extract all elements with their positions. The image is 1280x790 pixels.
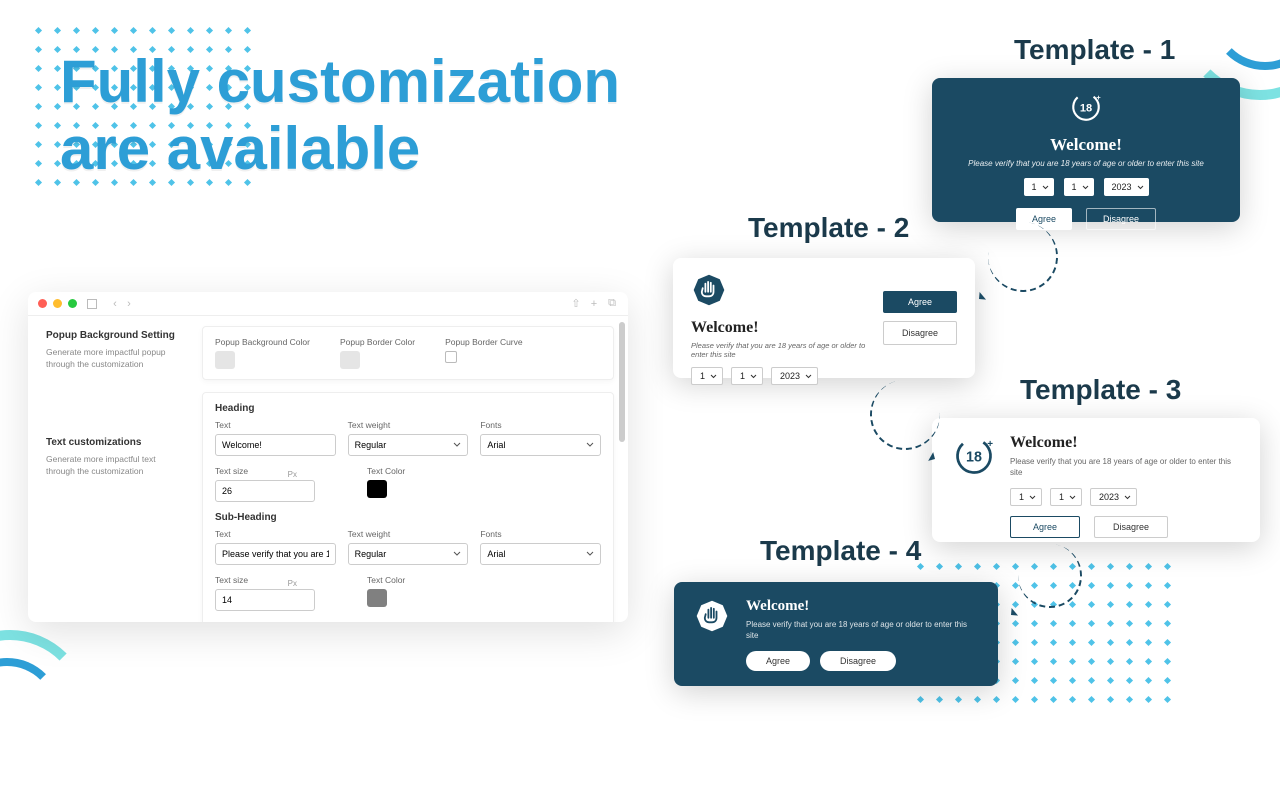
heading-weight-select[interactable]: Regular [348, 434, 469, 456]
field-label: Text weight [348, 420, 469, 430]
day-select[interactable]: 1 [1024, 178, 1054, 196]
welcome-title: Welcome! [952, 135, 1220, 155]
year-select[interactable]: 2023 [1090, 488, 1137, 506]
field-label: Text size [215, 466, 315, 476]
field-label: Text Color [367, 575, 487, 585]
stop-hand-icon [691, 272, 727, 308]
agree-button[interactable]: Agree [883, 291, 957, 313]
month-select[interactable]: 1 [1064, 178, 1094, 196]
section-description: Generate more impactful popup through th… [46, 347, 180, 371]
day-select[interactable]: 1 [1010, 488, 1042, 506]
maximize-icon[interactable] [68, 299, 77, 308]
disagree-button[interactable]: Disagree [1094, 516, 1168, 538]
field-label: Text [215, 420, 336, 430]
stop-hand-icon [694, 598, 730, 634]
field-label: Text Color [367, 466, 487, 476]
field-label: Text [215, 529, 336, 539]
section-title: Text customizations [46, 437, 180, 448]
age-18-icon: 18 + [1069, 90, 1103, 124]
size-unit: Px [288, 579, 297, 588]
window-titlebar: ‹ › ⇧ + ⧉ [28, 292, 628, 316]
close-icon[interactable] [38, 299, 47, 308]
sidebar-toggle-icon[interactable] [87, 299, 97, 309]
age-18-icon: 18 + [952, 434, 996, 478]
template-2-label: Template - 2 [748, 212, 909, 244]
year-select[interactable]: 2023 [771, 367, 818, 385]
subheading-size-input[interactable] [215, 589, 315, 611]
subheading-color-swatch[interactable] [367, 589, 387, 607]
scrollbar[interactable] [619, 322, 625, 442]
verify-text: Please verify that you are 18 years of a… [1010, 456, 1240, 478]
disagree-button[interactable]: Disagree [1086, 208, 1156, 230]
minimize-icon[interactable] [53, 299, 62, 308]
welcome-title: Welcome! [1010, 434, 1240, 452]
svg-text:+: + [987, 439, 993, 450]
field-label: Text size [215, 575, 315, 585]
section-description: Generate more impactful text through the… [46, 454, 180, 478]
border-curve-checkbox[interactable] [445, 351, 457, 363]
background-settings-card: Popup Background Color Popup Border Colo… [202, 326, 614, 380]
svg-text:18: 18 [966, 450, 982, 466]
border-color-swatch[interactable] [340, 351, 360, 369]
new-tab-icon[interactable]: + [588, 298, 600, 310]
disagree-button[interactable]: Disagree [883, 321, 957, 345]
field-label: Text weight [348, 529, 469, 539]
template-1-label: Template - 1 [1014, 34, 1175, 66]
verify-text: Please verify that you are 18 years of a… [952, 159, 1220, 168]
field-label: Popup Background Color [215, 337, 310, 347]
subheading-text-input[interactable] [215, 543, 336, 565]
back-icon[interactable]: ‹ [109, 298, 121, 310]
bg-color-swatch[interactable] [215, 351, 235, 369]
verify-text: Please verify that you are 18 years of a… [746, 619, 978, 641]
forward-icon[interactable]: › [123, 298, 135, 310]
section-title: Popup Background Setting [46, 330, 180, 341]
template-3-label: Template - 3 [1020, 374, 1181, 406]
day-select[interactable]: 1 [691, 367, 723, 385]
field-label: Fonts [480, 420, 601, 430]
text-settings-card: Heading Text Text weight Regular Fonts A… [202, 392, 614, 622]
svg-text:18: 18 [1080, 102, 1092, 114]
heading-text-input[interactable] [215, 434, 336, 456]
field-label: Fonts [480, 529, 601, 539]
field-label: Popup Border Color [340, 337, 415, 347]
heading-group-label: Heading [215, 403, 601, 414]
tabs-icon[interactable]: ⧉ [606, 298, 618, 310]
disagree-button[interactable]: Disagree [820, 651, 896, 671]
heading-color-swatch[interactable] [367, 480, 387, 498]
year-select[interactable]: 2023 [1104, 178, 1149, 196]
page-headline: Fully customization are available [60, 48, 660, 182]
field-label: Popup Border Curve [445, 337, 523, 347]
heading-font-select[interactable]: Arial [480, 434, 601, 456]
subheading-weight-select[interactable]: Regular [348, 543, 469, 565]
template-4-label: Template - 4 [760, 535, 921, 567]
subheading-group-label: Sub-Heading [215, 512, 601, 523]
template-3-card: 18 + Welcome! Please verify that you are … [932, 418, 1260, 542]
svg-text:+: + [1096, 93, 1101, 102]
size-unit: Px [288, 470, 297, 479]
heading-size-input[interactable] [215, 480, 315, 502]
share-icon[interactable]: ⇧ [570, 298, 582, 310]
settings-window: ‹ › ⇧ + ⧉ Popup Background Setting Gener… [28, 292, 628, 622]
month-select[interactable]: 1 [1050, 488, 1082, 506]
template-2-card: Welcome! Please verify that you are 18 y… [673, 258, 975, 378]
template-4-card: Welcome! Please verify that you are 18 y… [674, 582, 998, 686]
subheading-font-select[interactable]: Arial [480, 543, 601, 565]
month-select[interactable]: 1 [731, 367, 763, 385]
template-1-card: 18 + Welcome! Please verify that you are … [932, 78, 1240, 222]
verify-text: Please verify that you are 18 years of a… [691, 341, 869, 359]
agree-button[interactable]: Agree [746, 651, 810, 671]
welcome-title: Welcome! [746, 598, 978, 615]
welcome-title: Welcome! [691, 319, 869, 337]
agree-button[interactable]: Agree [1010, 516, 1080, 538]
